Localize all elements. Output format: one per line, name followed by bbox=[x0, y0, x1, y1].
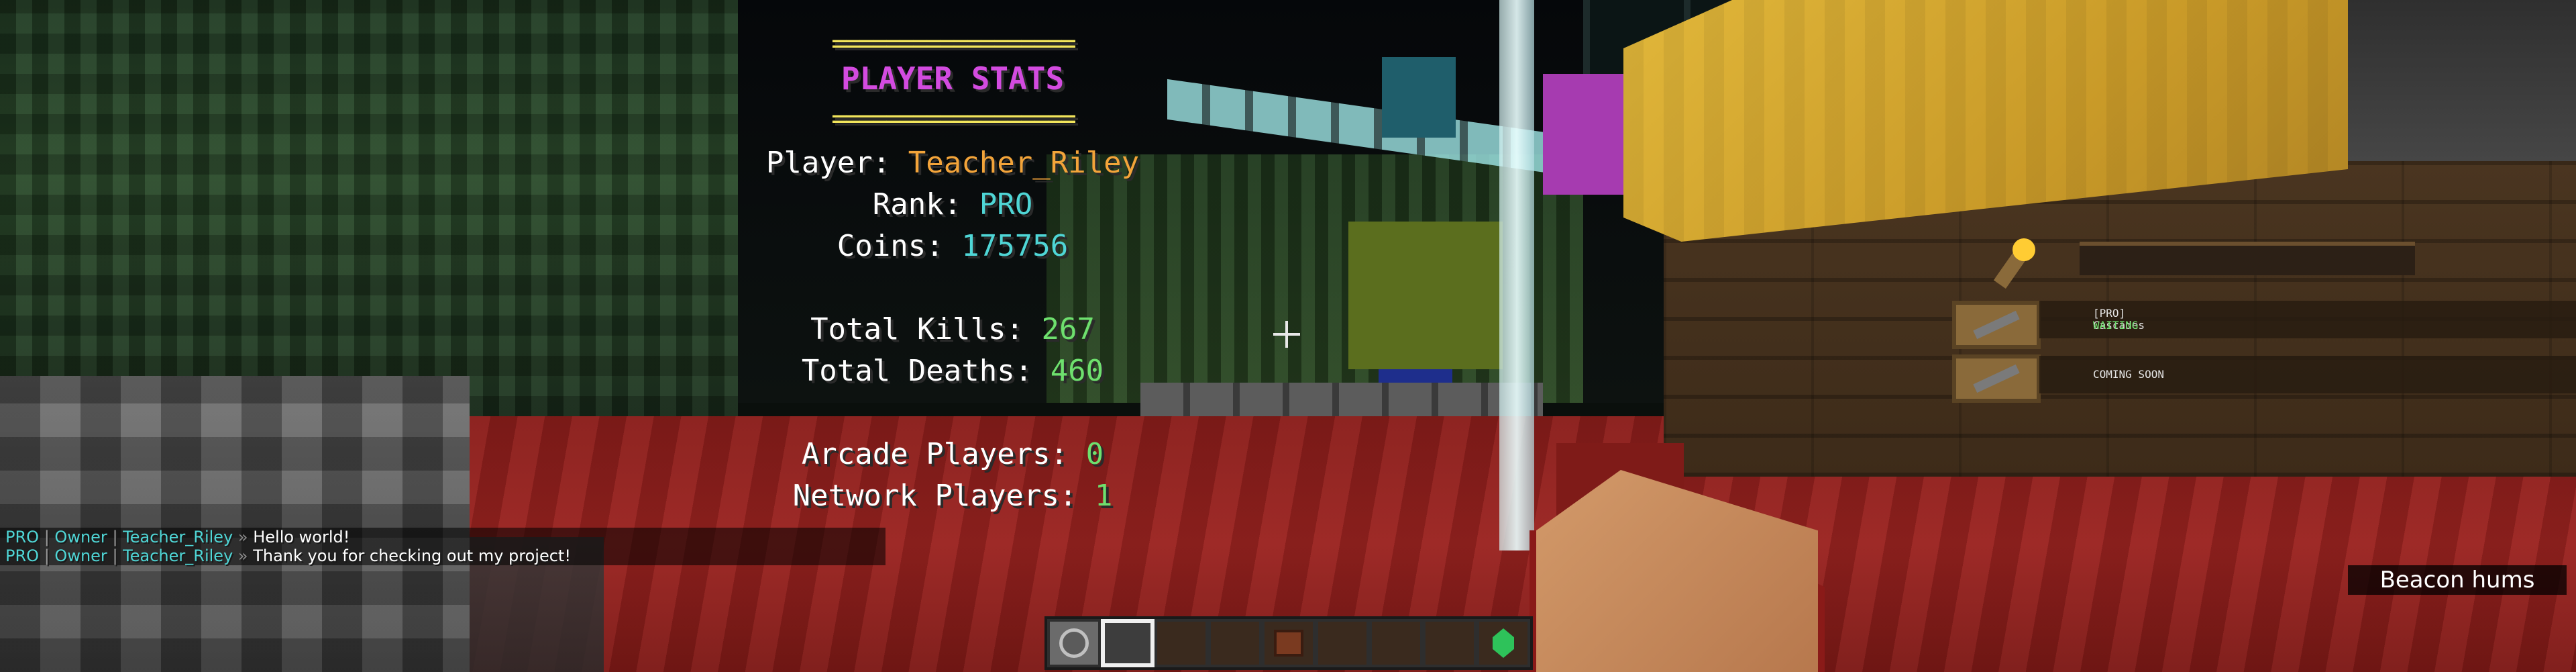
deaths-label: Total Deaths: bbox=[801, 354, 1033, 388]
deaths-row: Total Deaths: 460 bbox=[711, 354, 1194, 388]
hotbar-slot-8[interactable] bbox=[1423, 619, 1477, 667]
network-label: Network Players: bbox=[792, 479, 1077, 513]
cyan-banner bbox=[1382, 57, 1456, 138]
magenta-banner bbox=[1543, 74, 1630, 195]
player-value: Teacher_Riley bbox=[908, 146, 1140, 180]
chat-role: Owner bbox=[54, 528, 107, 546]
stone-wall-left bbox=[0, 376, 470, 672]
chat-line: PRO | Owner | Teacher_Riley » Hello worl… bbox=[0, 528, 885, 546]
hotbar-slot-2[interactable] bbox=[1101, 619, 1155, 667]
player-label: Player: bbox=[765, 146, 891, 180]
beacon-beam bbox=[1499, 0, 1534, 550]
rank-value: PRO bbox=[979, 187, 1033, 222]
scoreboard-rule-top: ================== bbox=[831, 28, 1076, 59]
chat-message: Thank you for checking out my project! bbox=[253, 546, 571, 565]
chat-player-name: Teacher_Riley bbox=[123, 528, 233, 546]
item-frame-2[interactable] bbox=[1952, 354, 2041, 403]
shelf-top bbox=[2080, 242, 2415, 275]
game-sign-1-status: WAITING bbox=[2039, 316, 2576, 336]
player-row: Player: Teacher_Riley bbox=[711, 146, 1194, 180]
chat-box: PRO | Owner | Teacher_Riley » Hello worl… bbox=[0, 528, 885, 565]
sign-line: COMING SOON bbox=[2093, 368, 2164, 381]
kills-row: Total Kills: 267 bbox=[711, 313, 1194, 346]
hotbar-slot-7[interactable] bbox=[1369, 619, 1423, 667]
chat-separator: | bbox=[44, 546, 50, 565]
hotbar-slot-1[interactable] bbox=[1047, 619, 1101, 667]
game-sign-2[interactable]: COMING SOON bbox=[2039, 356, 2576, 393]
rank-label: Rank: bbox=[872, 187, 962, 222]
coins-value: 175756 bbox=[961, 229, 1069, 263]
network-value: 1 bbox=[1094, 479, 1113, 513]
hotbar-slot-4[interactable] bbox=[1208, 619, 1262, 667]
network-players-row: Network Players: 1 bbox=[711, 479, 1194, 513]
chat-arrow: » bbox=[237, 528, 248, 546]
scoreboard-title: PLAYER STATS bbox=[841, 60, 1065, 97]
coins-label: Coins: bbox=[837, 229, 944, 263]
game-viewport[interactable]: [PRO] Cascades WAITING COMING SOON =====… bbox=[0, 0, 2576, 672]
chest-icon bbox=[1274, 630, 1303, 657]
hotbar-slot-5[interactable] bbox=[1262, 619, 1316, 667]
sword-icon bbox=[1973, 310, 2020, 340]
hotbar-slot-3[interactable] bbox=[1155, 619, 1208, 667]
crosshair-icon bbox=[1273, 321, 1300, 348]
chat-arrow: » bbox=[237, 546, 248, 565]
rank-row: Rank: PRO bbox=[711, 188, 1194, 222]
chat-separator: | bbox=[44, 528, 50, 546]
hotbar-slot-9[interactable] bbox=[1477, 619, 1530, 667]
chat-rank: PRO bbox=[5, 528, 40, 546]
scoreboard: ================== PLAYER STATS ========… bbox=[711, 27, 1194, 513]
chat-role: Owner bbox=[54, 546, 107, 565]
emerald-icon bbox=[1493, 628, 1514, 658]
chat-line: PRO | Owner | Teacher_Riley » Thank you … bbox=[0, 546, 885, 565]
hotbar[interactable] bbox=[1044, 616, 1533, 670]
deaths-value: 460 bbox=[1050, 354, 1104, 388]
arcade-value: 0 bbox=[1085, 437, 1104, 471]
kills-label: Total Kills: bbox=[810, 312, 1024, 346]
chat-message: Hello world! bbox=[253, 528, 350, 546]
chat-separator: | bbox=[112, 546, 118, 565]
torch-flame bbox=[2012, 238, 2035, 261]
arrow-icon bbox=[1973, 364, 2020, 393]
compass-icon bbox=[1059, 628, 1089, 658]
arcade-label: Arcade Players: bbox=[801, 437, 1069, 471]
scoreboard-rule-bottom: ================== bbox=[831, 103, 1076, 134]
leaf-wall-left bbox=[0, 0, 738, 416]
coins-row: Coins: 175756 bbox=[711, 230, 1194, 263]
subtitle-caption: Beacon hums bbox=[2348, 565, 2567, 595]
item-frame-1[interactable] bbox=[1952, 301, 2041, 349]
kills-value: 267 bbox=[1041, 312, 1095, 346]
lime-banner bbox=[1348, 222, 1503, 369]
chat-rank: PRO bbox=[5, 546, 40, 565]
hotbar-slot-6[interactable] bbox=[1316, 619, 1369, 667]
chat-player-name: Teacher_Riley bbox=[123, 546, 233, 565]
arcade-players-row: Arcade Players: 0 bbox=[711, 438, 1194, 471]
chat-separator: | bbox=[112, 528, 118, 546]
sign-line: WAITING bbox=[2093, 319, 2139, 332]
